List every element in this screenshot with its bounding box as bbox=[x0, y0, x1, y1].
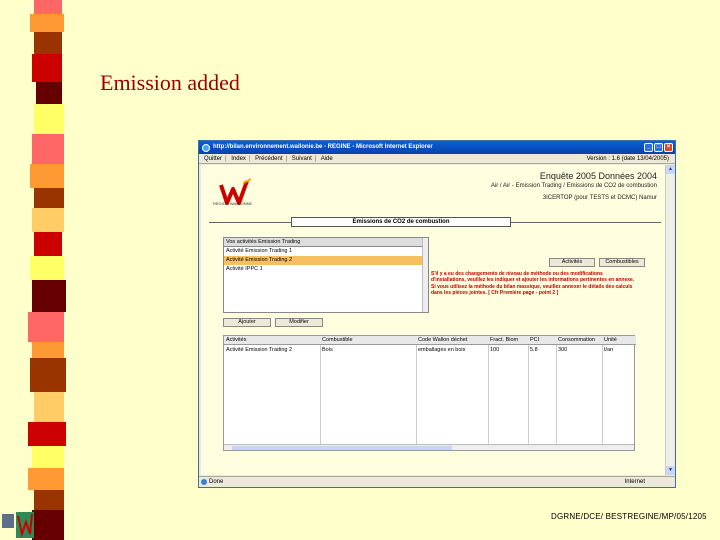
divider bbox=[511, 222, 661, 223]
list-scrollbar[interactable] bbox=[422, 238, 428, 312]
table-cell: 300 bbox=[558, 347, 568, 353]
column-header[interactable]: Unité bbox=[602, 336, 634, 345]
menu-suivant[interactable]: Suivant bbox=[292, 156, 312, 162]
table-cell: 5.8 bbox=[530, 347, 538, 353]
emissions-table: Activités Combustible Code Wallon déchet… bbox=[223, 335, 636, 451]
table-row[interactable]: Activité Emission Trading 2 Bois emballa… bbox=[224, 346, 636, 355]
internet-zone: Internet bbox=[624, 479, 645, 485]
logo-caption: RÉGION WALLONNE bbox=[213, 201, 253, 206]
page-content: RÉGION WALLONNE Enquête 2005 Données 200… bbox=[201, 165, 665, 475]
decorative-strip bbox=[28, 0, 68, 540]
column-header[interactable]: Code Wallon déchet bbox=[416, 336, 488, 345]
maximize-icon[interactable]: □ bbox=[654, 143, 663, 152]
scroll-up-icon[interactable]: ▲ bbox=[666, 165, 675, 174]
section-title: Emissions de CO2 de combustion bbox=[291, 217, 511, 227]
activity-list[interactable]: Vos activités Emission Trading Activité … bbox=[223, 237, 429, 313]
window-title: http://bilan.environnement.wallonie.be -… bbox=[213, 144, 433, 150]
column-header[interactable]: Consommation bbox=[556, 336, 602, 345]
menu-quitter[interactable]: Quitter bbox=[204, 156, 222, 162]
modify-button[interactable]: Modifier bbox=[275, 318, 323, 327]
footer-logo-icon bbox=[2, 512, 34, 538]
fuels-button[interactable]: Combustibles bbox=[599, 258, 645, 267]
warning-text: S'il y a eu des changements de niveau de… bbox=[431, 271, 635, 296]
column-header[interactable]: Activités bbox=[224, 336, 320, 345]
company-name: 3ICERTOP (pour TESTS et DCMC) Namur bbox=[542, 195, 657, 201]
menu-bar: Quitter | Index | Précédent | Suivant | Aide… bbox=[199, 154, 675, 164]
breadcrumb: Air / Air - Emission Trading / Emissions… bbox=[490, 183, 657, 189]
column-header[interactable]: PCI bbox=[528, 336, 556, 345]
page-status-icon bbox=[201, 479, 207, 485]
page-vscrollbar[interactable]: ▲ ▼ bbox=[665, 165, 675, 475]
window-titlebar[interactable]: http://bilan.environnement.wallonie.be -… bbox=[199, 141, 675, 154]
menu-precedent[interactable]: Précédent bbox=[255, 156, 282, 162]
close-icon[interactable]: × bbox=[664, 143, 673, 152]
activities-button[interactable]: Activités bbox=[549, 258, 595, 267]
table-cell: emballages en bois bbox=[418, 347, 466, 353]
slide-title: Emission added bbox=[100, 70, 240, 95]
status-bar: Done Internet bbox=[199, 476, 675, 487]
column-header[interactable]: Fract. Biom bbox=[488, 336, 528, 345]
divider bbox=[209, 222, 291, 223]
list-item[interactable]: Activité Emission Trading 1 bbox=[224, 247, 428, 256]
list-item-selected[interactable]: Activité Emission Trading 2 bbox=[224, 256, 428, 265]
table-cell: t/an bbox=[604, 347, 614, 353]
add-button[interactable]: Ajouter bbox=[223, 318, 271, 327]
status-text: Done bbox=[209, 479, 224, 485]
list-item[interactable]: Activité IPPC 1 bbox=[224, 265, 428, 274]
menu-index[interactable]: Index bbox=[231, 156, 246, 162]
table-header-row: Activités Combustible Code Wallon déchet… bbox=[224, 336, 636, 345]
footer-reference: DGRNE/DCE/ BESTREGINE/MP/05/1205 bbox=[551, 512, 707, 521]
menu-aide[interactable]: Aide bbox=[321, 156, 333, 162]
table-cell: Bois bbox=[322, 347, 333, 353]
minimize-icon[interactable]: _ bbox=[644, 143, 653, 152]
survey-title: Enquête 2005 Données 2004 bbox=[539, 171, 657, 181]
column-header[interactable]: Combustible bbox=[320, 336, 416, 345]
ie-icon bbox=[202, 144, 210, 152]
table-cell: 100 bbox=[490, 347, 500, 353]
table-cell: Activité Emission Trading 2 bbox=[226, 347, 293, 353]
activity-list-header: Vos activités Emission Trading bbox=[224, 238, 428, 247]
scroll-down-icon[interactable]: ▼ bbox=[666, 466, 675, 475]
browser-window: http://bilan.environnement.wallonie.be -… bbox=[198, 140, 676, 488]
table-hscrollbar[interactable] bbox=[224, 444, 634, 450]
version-label: Version : 1.6 (date 13/04/2005) bbox=[586, 156, 669, 162]
